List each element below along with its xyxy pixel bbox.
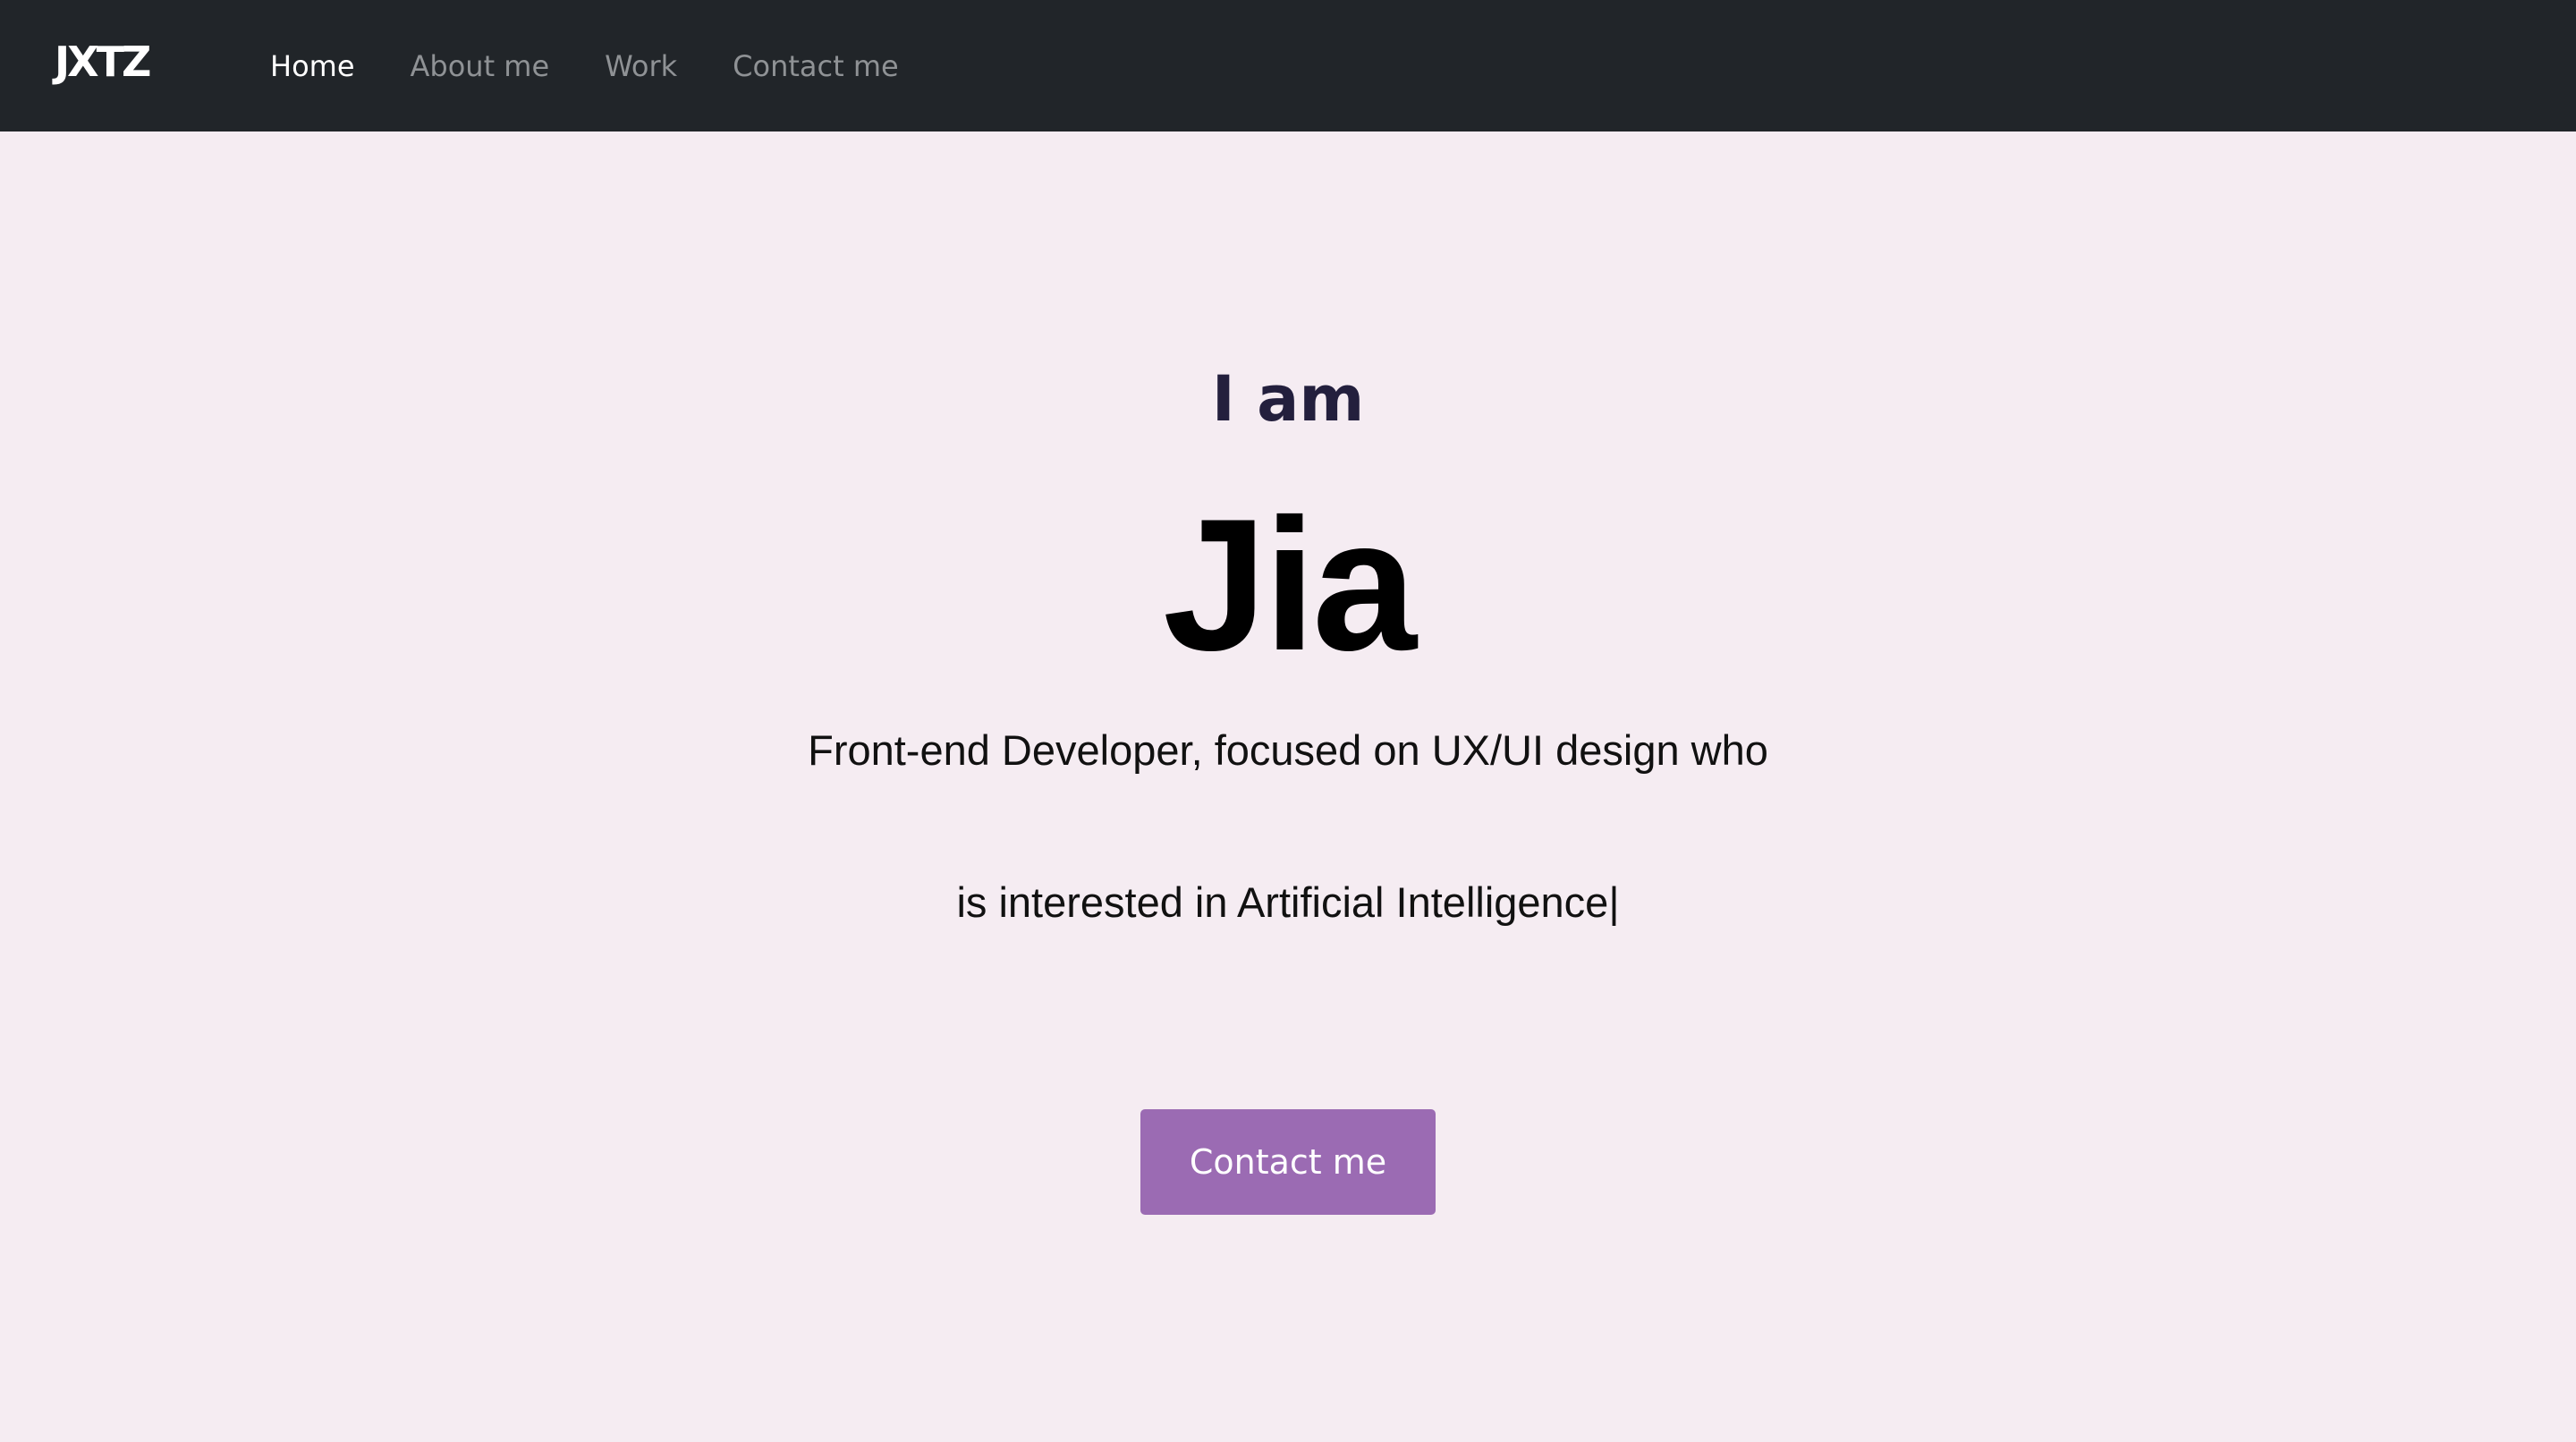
hero-intro: I am xyxy=(1211,362,1365,436)
hero-name: Jia xyxy=(1163,479,1417,690)
hero-tagline-line1: Front-end Developer, focused on UX/UI de… xyxy=(808,726,1768,774)
contact-me-button[interactable]: Contact me xyxy=(1140,1109,1436,1215)
hero-tagline-line2: is interested in Artificial Intelligence… xyxy=(956,878,1620,926)
nav-link-home[interactable]: Home xyxy=(270,49,355,83)
nav-link-contact-me[interactable]: Contact me xyxy=(733,49,899,83)
hero-section: I am Jia Front-end Developer, focused on… xyxy=(0,131,2576,1442)
nav-link-work[interactable]: Work xyxy=(605,49,677,83)
nav-link-about-me[interactable]: About me xyxy=(411,49,550,83)
brand-logo[interactable]: JXTZ xyxy=(55,38,151,86)
top-navbar: JXTZ Home About me Work Contact me xyxy=(0,0,2576,131)
nav-links: Home About me Work Contact me xyxy=(270,0,954,131)
